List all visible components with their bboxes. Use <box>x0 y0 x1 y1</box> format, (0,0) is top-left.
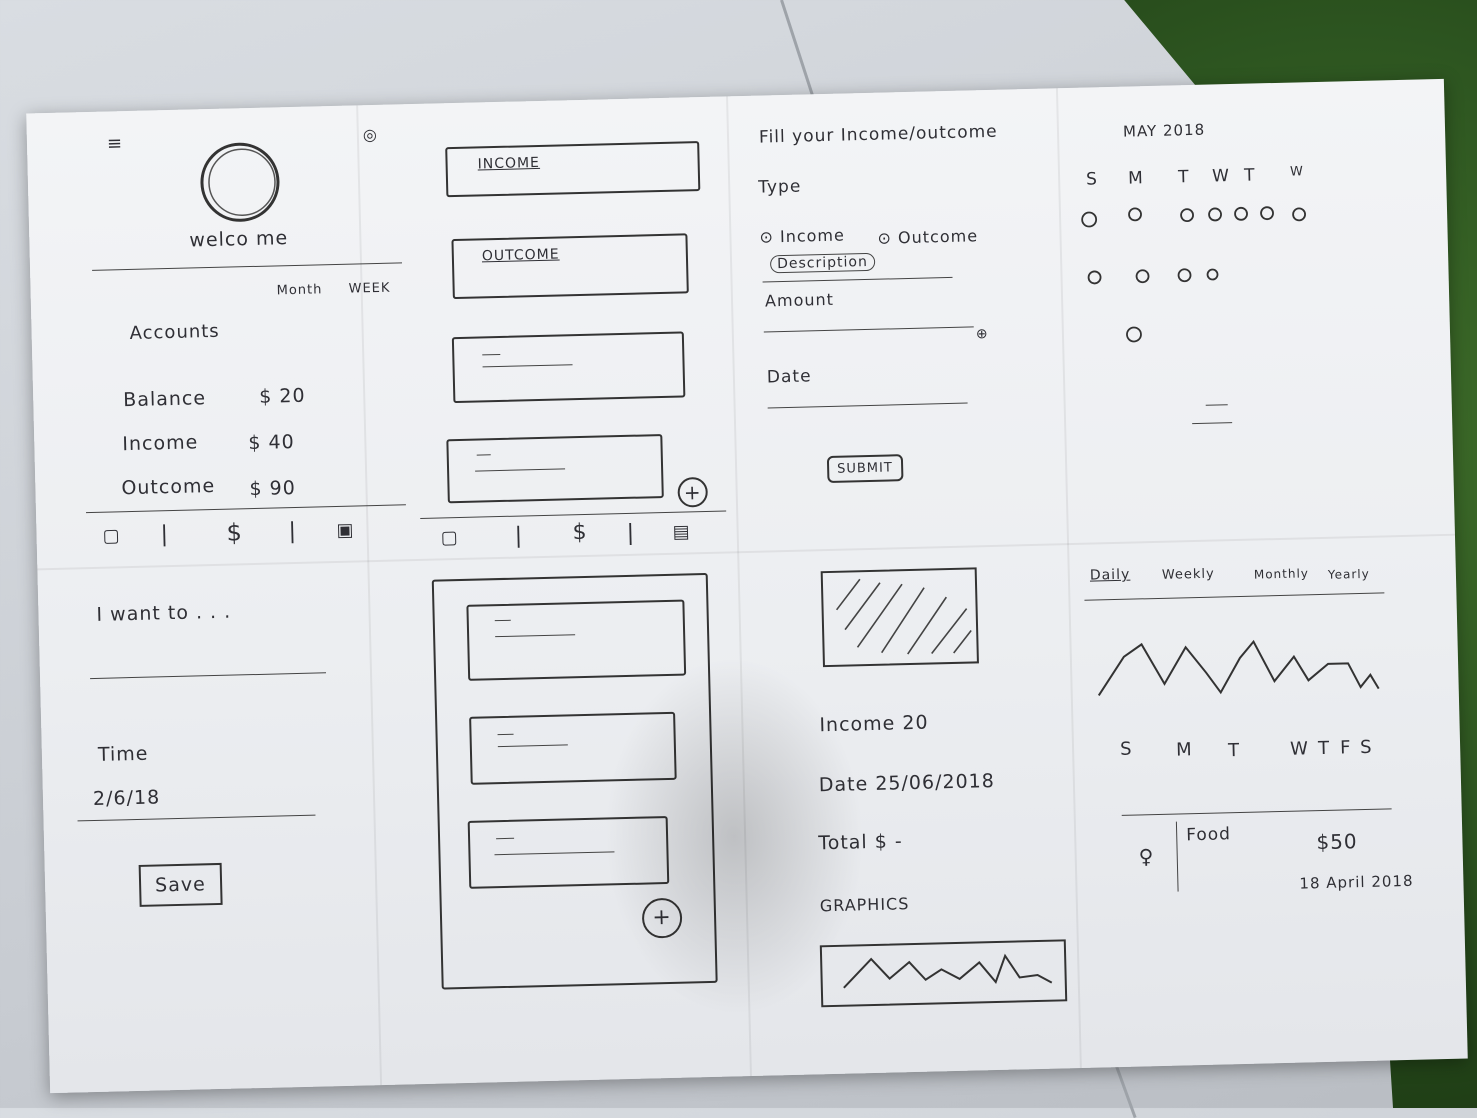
add-button[interactable]: + <box>677 476 709 508</box>
graphics-label: GRAPHICS <box>819 894 910 916</box>
nav-separator: | <box>288 518 298 545</box>
weekday-header: W <box>1289 164 1305 180</box>
panel-categories: INCOME OUTCOME + ▢ | $ | ▤ <box>26 79 1444 549</box>
nav-home-icon[interactable]: ▢ <box>440 527 459 548</box>
radio-outcome-label: Outcome <box>897 226 979 248</box>
description-field[interactable]: Description <box>769 252 876 274</box>
panel-calendar: MAY 2018 S M T W T W <box>26 79 1444 425</box>
image-placeholder <box>820 567 979 668</box>
day-label: M <box>1175 739 1193 761</box>
weekday-header: T <box>1243 165 1256 186</box>
nav-separator: | <box>626 520 636 546</box>
accounts-heading: Accounts <box>129 320 220 345</box>
radio-income[interactable]: ⊙ Income <box>759 226 845 247</box>
tab-month[interactable]: Month <box>276 282 322 298</box>
list-card[interactable] <box>467 816 670 889</box>
bottom-nav: ▢ | $ | ▤ <box>26 79 1444 549</box>
outcome-value: $ 90 <box>249 476 297 501</box>
weekday-header: S <box>1085 169 1099 190</box>
time-label: Time <box>97 742 149 766</box>
list-card[interactable] <box>446 434 664 504</box>
tab-week[interactable]: WEEK <box>348 281 390 297</box>
list-card[interactable] <box>466 599 687 681</box>
mini-graph <box>819 939 1068 1008</box>
date-value: 2/6/18 <box>92 786 161 811</box>
bottom-nav: ▢ | $ | ▣ <box>26 79 1444 547</box>
total-detail: Total $ - <box>818 830 903 855</box>
panel-report: Daily Weekly Monthly Yearly S M T W T F … <box>26 79 1444 893</box>
submit-button[interactable]: SUBMIT <box>826 454 904 484</box>
balance-label: Balance <box>123 387 207 412</box>
nav-calendar-icon[interactable]: ▣ <box>336 520 355 541</box>
panel-home: ≡ ◎ welco me Month WEEK Accounts Balance… <box>26 79 1444 547</box>
balance-value: $ 20 <box>258 384 306 408</box>
day-label: W <box>1289 738 1310 760</box>
nav-dollar-icon[interactable]: $ <box>572 520 588 545</box>
transaction-date: 18 April 2018 <box>1299 871 1414 893</box>
calendar-days[interactable] <box>1079 202 1323 358</box>
date-label: Date <box>766 366 812 388</box>
form-heading: Fill your Income/outcome <box>758 121 998 148</box>
income-label: Income <box>122 431 199 456</box>
profile-small-icon[interactable]: ◎ <box>363 125 378 144</box>
day-label: F <box>1339 737 1352 759</box>
sketch-paper: ≡ ◎ welco me Month WEEK Accounts Balance… <box>26 78 1468 1094</box>
add-button[interactable]: + <box>641 897 683 939</box>
panel-list: + <box>26 79 1444 990</box>
list-card[interactable] <box>451 331 686 404</box>
tab-monthly[interactable]: Monthly <box>1254 566 1309 581</box>
type-label: Type <box>758 176 802 198</box>
income-value: $ 40 <box>248 431 295 455</box>
calendar-month: MAY 2018 <box>1122 120 1206 141</box>
avatar <box>200 142 280 222</box>
tab-daily[interactable]: Daily <box>1090 567 1131 584</box>
weekday-header: M <box>1127 168 1145 189</box>
panel-detail: Income 20 Date 25/06/2018 Total $ - GRAP… <box>26 79 1444 1008</box>
panel-form: Fill your Income/outcome Type ⊙ Income ⊙… <box>26 79 1444 484</box>
list-card[interactable] <box>469 711 677 785</box>
outcome-card[interactable]: OUTCOME <box>451 233 689 300</box>
panel-new-goal: I want to . . . Time 2/6/18 Save <box>26 79 1444 907</box>
day-label: T <box>1317 737 1331 760</box>
income-card[interactable]: INCOME <box>445 141 701 198</box>
amount-label: Amount <box>764 289 835 311</box>
save-button[interactable]: Save <box>138 862 223 907</box>
income-detail: Income 20 <box>819 711 929 737</box>
radio-income-label: Income <box>779 225 846 247</box>
amount-add-icon[interactable]: ⊕ <box>976 326 989 342</box>
income-card-label: INCOME <box>477 154 541 173</box>
radio-outcome[interactable]: ⊙ Outcome <box>877 226 978 247</box>
outcome-card-label: OUTCOME <box>481 246 560 265</box>
day-label: S <box>1119 738 1133 760</box>
menu-icon[interactable]: ≡ <box>107 133 124 154</box>
report-line-graph <box>1097 639 1380 696</box>
weekday-header: T <box>1177 167 1190 188</box>
transaction-label: Food <box>1185 824 1232 846</box>
day-label: S <box>1359 736 1373 759</box>
day-label: T <box>1227 740 1241 762</box>
nav-separator: | <box>160 522 170 548</box>
weekday-header: W <box>1211 166 1231 187</box>
phone-frame: + <box>431 572 718 990</box>
welcome-text: welco me <box>189 227 289 252</box>
transaction-row[interactable]: ♀ Food $50 18 April 2018 <box>26 79 1444 893</box>
date-detail: Date 25/06/2018 <box>818 770 996 797</box>
nav-home-icon[interactable]: ▢ <box>102 525 121 546</box>
tab-weekly[interactable]: Weekly <box>1162 567 1215 583</box>
transaction-amount: $50 <box>1316 829 1358 855</box>
nav-separator: | <box>514 523 524 549</box>
outcome-label: Outcome <box>121 474 216 500</box>
category-icon: ♀ <box>1138 844 1155 869</box>
nav-dollar-icon[interactable]: $ <box>226 518 243 546</box>
want-text: I want to . . . <box>96 600 232 626</box>
nav-calendar-icon[interactable]: ▤ <box>672 521 691 542</box>
tab-yearly[interactable]: Yearly <box>1328 567 1370 582</box>
